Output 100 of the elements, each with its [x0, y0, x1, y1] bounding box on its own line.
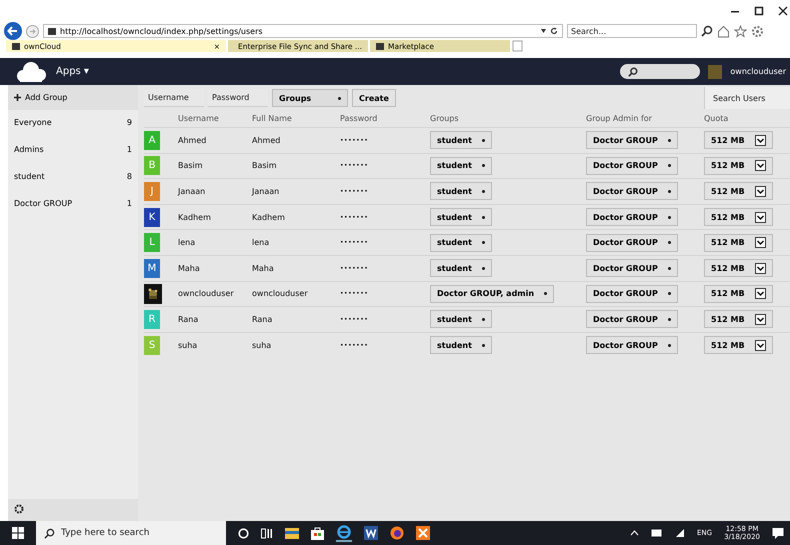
group-admin-dropdown[interactable]: Doctor GROUP — [586, 259, 678, 278]
quota-dropdown[interactable]: 512 MB — [704, 234, 773, 252]
quota-dropdown[interactable]: 512 MB — [704, 284, 773, 303]
avatar: R — [144, 310, 160, 329]
dropdown-dot-icon — [668, 138, 671, 142]
table-cell-text: Rana — [178, 314, 200, 324]
notification-icon[interactable] — [772, 527, 784, 539]
quota-dropdown[interactable]: 512 MB — [704, 336, 773, 354]
groups-dropdown[interactable]: Doctor GROUP, admin — [430, 284, 554, 303]
group-item[interactable]: Everyone 9 — [8, 110, 138, 137]
group-item[interactable]: student 8 — [8, 164, 138, 191]
dropdown-icon — [754, 186, 766, 197]
search-icon[interactable] — [701, 25, 713, 37]
groups-dropdown[interactable]: student — [430, 131, 492, 150]
shopping-bag-icon[interactable] — [311, 526, 324, 540]
dropdown-dot-icon — [482, 190, 485, 193]
dropdown-dot-icon — [668, 266, 671, 270]
user-menu[interactable]: ownclouduser — [730, 67, 786, 76]
network-icon[interactable] — [675, 528, 685, 538]
quota-dropdown[interactable]: 512 MB — [704, 131, 773, 150]
search-field[interactable] — [620, 64, 700, 79]
group-admin-dropdown[interactable]: Doctor GROUP — [586, 336, 678, 354]
folder-icon[interactable] — [285, 527, 299, 539]
close-icon[interactable] — [778, 6, 788, 16]
quota-dropdown[interactable]: 512 MB — [704, 259, 773, 278]
task-view-icon[interactable] — [261, 528, 273, 538]
caret-down-icon[interactable] — [541, 29, 546, 33]
group-admin-dropdown[interactable]: Doctor GROUP — [586, 182, 678, 200]
dropdown-dot-icon — [482, 344, 485, 347]
group-admin-dropdown[interactable]: Doctor GROUP — [586, 131, 678, 150]
groups-dropdown[interactable]: Groups — [272, 89, 348, 107]
add-group-button[interactable]: Add Group — [8, 85, 138, 110]
dropdown-dot-icon — [668, 344, 671, 347]
restore-icon[interactable] — [754, 6, 764, 16]
table-cell-text: Janaan — [252, 186, 280, 196]
column-header: Group Admin for — [586, 114, 653, 122]
column-header: Quota — [704, 114, 730, 122]
home-icon[interactable] — [717, 24, 730, 38]
table-cell-text: Ahmed — [178, 136, 208, 145]
caret-up-icon[interactable] — [630, 530, 639, 536]
table-cell-text: ownclouduser — [252, 289, 309, 298]
page-icon — [12, 42, 20, 50]
battery-icon[interactable] — [651, 529, 663, 537]
group-admin-dropdown[interactable]: Doctor GROUP — [586, 208, 678, 226]
avatar: M — [144, 258, 160, 278]
avatar: B — [144, 156, 160, 176]
groups-dropdown[interactable]: student — [430, 259, 492, 278]
group-admin-dropdown[interactable]: Doctor GROUP — [586, 310, 678, 328]
table-cell-text: Rana — [252, 314, 274, 324]
dropdown-dot-icon — [482, 318, 485, 321]
group-item[interactable]: Doctor GROUP 1 — [8, 191, 138, 218]
windows-start-icon[interactable] — [12, 527, 24, 539]
groups-dropdown[interactable]: student — [430, 208, 492, 226]
dropdown-icon — [754, 237, 766, 248]
dropdown-dot-icon — [668, 318, 671, 321]
column-header: Groups — [430, 114, 460, 122]
group-admin-dropdown[interactable]: Doctor GROUP — [586, 284, 678, 303]
xampp-icon[interactable] — [416, 526, 430, 540]
dropdown-dot-icon — [668, 190, 671, 193]
search-users-field[interactable]: Search Users — [704, 87, 790, 109]
star-icon[interactable] — [734, 24, 747, 38]
taskbar-search-field[interactable]: Type here to search — [36, 521, 226, 545]
firefox-icon[interactable] — [390, 526, 404, 540]
dropdown-dot-icon — [482, 241, 485, 244]
groups-dropdown[interactable]: student — [430, 182, 492, 200]
avatar: J — [144, 182, 160, 201]
cloud-logo-icon[interactable] — [14, 60, 48, 82]
column-header: Username — [178, 114, 220, 122]
dropdown-dot-icon — [482, 266, 485, 270]
dropdown-dot-icon — [544, 292, 548, 296]
groups-dropdown[interactable]: student — [430, 234, 492, 252]
avatar: A — [144, 130, 160, 150]
groups-dropdown[interactable]: student — [430, 310, 492, 328]
group-admin-dropdown[interactable]: Doctor GROUP — [586, 156, 678, 175]
dropdown-dot-icon — [668, 216, 671, 219]
plus-icon — [14, 94, 21, 101]
search-icon — [628, 66, 638, 76]
quota-dropdown[interactable]: 512 MB — [704, 310, 773, 328]
word-icon[interactable] — [364, 526, 378, 540]
quota-dropdown[interactable]: 512 MB — [704, 156, 773, 175]
group-item[interactable]: Admins 1 — [8, 137, 138, 164]
quota-dropdown[interactable]: 512 MB — [704, 208, 773, 226]
create-button[interactable]: Create — [352, 89, 396, 107]
browser-search-field[interactable]: Search... — [567, 24, 697, 38]
dropdown-icon — [754, 262, 766, 274]
group-admin-dropdown[interactable]: Doctor GROUP — [586, 234, 678, 252]
groups-dropdown[interactable]: student — [430, 156, 492, 175]
dropdown-icon — [754, 160, 766, 172]
column-header: Password — [340, 114, 378, 122]
back-icon[interactable] — [4, 22, 22, 40]
table-cell-text: ownclouduser — [178, 289, 235, 298]
refresh-icon[interactable] — [550, 27, 558, 35]
avatar: S — [144, 336, 160, 355]
quota-dropdown[interactable]: 512 MB — [704, 182, 773, 200]
cortana-icon[interactable] — [238, 528, 249, 538]
address-bar[interactable]: http://localhost/owncloud/index.php/settings/users — [43, 24, 563, 38]
internet-explorer-icon[interactable] — [336, 524, 352, 542]
groups-dropdown[interactable]: student — [430, 336, 492, 354]
apps-menu[interactable]: Apps ▾ — [56, 66, 89, 77]
settings-icon[interactable] — [14, 504, 24, 514]
